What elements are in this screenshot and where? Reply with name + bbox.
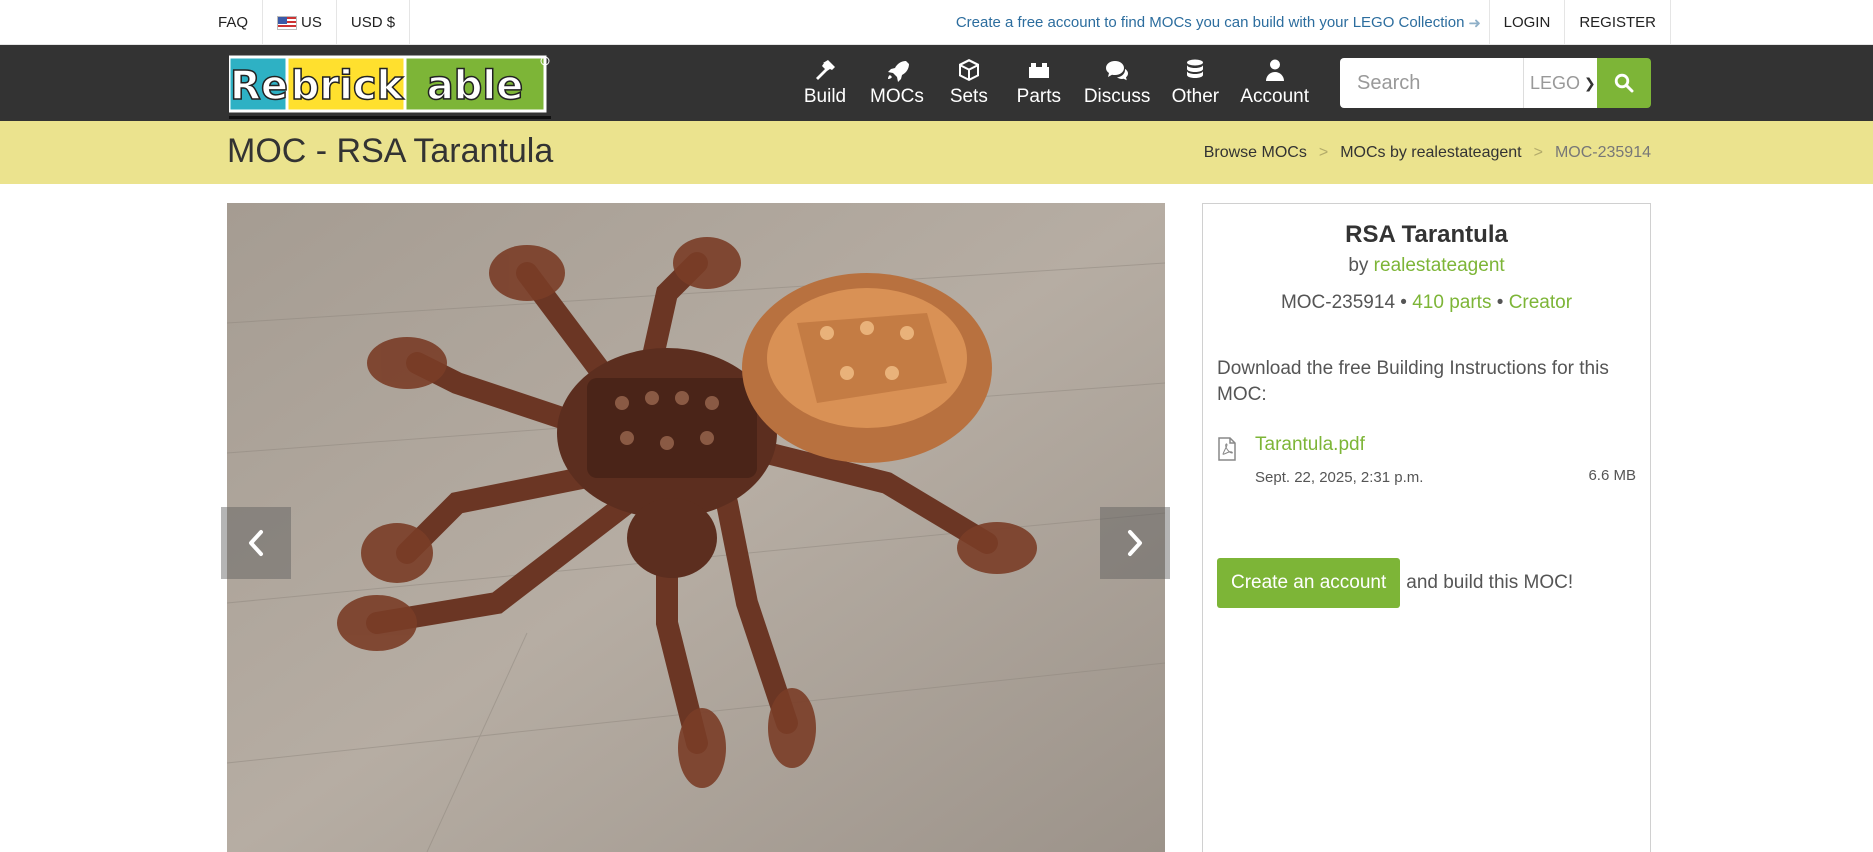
creator-link[interactable]: Creator xyxy=(1509,292,1572,313)
download-instructions-text: Download the free Building Instructions … xyxy=(1217,358,1609,405)
search-bar: LEGO ❯ xyxy=(1340,58,1651,108)
carousel-next-button[interactable] xyxy=(1100,507,1170,579)
search-scope-select[interactable]: LEGO ❯ xyxy=(1523,58,1597,108)
nav-mocs[interactable]: MOCs xyxy=(860,45,934,121)
moc-author-line: by realestateagent xyxy=(1203,255,1650,277)
moc-meta-line: MOC-235914 • 410 parts • Creator xyxy=(1203,292,1650,314)
carousel-prev-button[interactable] xyxy=(221,507,291,579)
file-size: 6.6 MB xyxy=(1588,467,1636,484)
instruction-file: Tarantula.pdf Sept. 22, 2025, 2:31 p.m. … xyxy=(1217,434,1636,494)
login-link[interactable]: LOGIN xyxy=(1490,0,1566,45)
by-label: by xyxy=(1348,255,1369,276)
breadcrumb-separator: > xyxy=(1318,143,1329,161)
file-download-link[interactable]: Tarantula.pdf xyxy=(1255,434,1365,456)
main-content: RSA Tarantula by realestateagent MOC-235… xyxy=(0,184,1873,852)
nav-build[interactable]: Build xyxy=(790,45,860,121)
promo-text: Create a free account to find MOCs you c… xyxy=(955,14,1465,31)
database-icon xyxy=(1187,59,1204,78)
login-label: LOGIN xyxy=(1503,14,1551,31)
moc-id: MOC-235914 xyxy=(1280,292,1396,313)
search-scope-value: LEGO xyxy=(1530,72,1581,93)
pdf-file-icon xyxy=(1218,437,1236,461)
meta-separator: • xyxy=(1496,292,1504,313)
hammer-icon xyxy=(816,60,835,80)
page-title: MOC - RSA Tarantula xyxy=(227,132,554,170)
tarantula-photo-illustration xyxy=(227,203,1165,852)
logo-part-able: able xyxy=(427,63,523,109)
search-button[interactable] xyxy=(1597,58,1651,108)
file-date: Sept. 22, 2025, 2:31 p.m. xyxy=(1255,469,1424,486)
country-selector[interactable]: US xyxy=(263,0,337,45)
register-link[interactable]: REGISTER xyxy=(1565,0,1671,45)
nav-parts-label: Parts xyxy=(1016,86,1061,107)
arrow-right-icon: ➜ xyxy=(1468,14,1481,32)
moc-info-panel: RSA Tarantula by realestateagent MOC-235… xyxy=(1202,203,1651,852)
moc-name: RSA Tarantula xyxy=(1345,221,1508,248)
chevron-down-icon: ❯ xyxy=(1584,74,1596,91)
nav-account[interactable]: Account xyxy=(1230,45,1319,121)
meta-separator: • xyxy=(1400,292,1407,313)
logo-part-re: Re xyxy=(230,63,288,109)
breadcrumb: Browse MOCs > MOCs by realestateagent > … xyxy=(1204,121,1651,184)
title-band: MOC - RSA Tarantula Browse MOCs > MOCs b… xyxy=(0,121,1873,184)
nav-other-label: Other xyxy=(1171,86,1220,107)
parts-link[interactable]: 410 parts xyxy=(1412,292,1491,313)
top-utility-bar: FAQ US USD $ Create a free account to fi… xyxy=(0,0,1873,45)
currency-label: USD $ xyxy=(350,14,396,31)
logo-underline xyxy=(229,116,551,119)
chevron-right-icon xyxy=(1128,530,1142,556)
nav-menu: Build MOCs Sets Parts Discuss Other Acco… xyxy=(790,45,1319,121)
search-icon xyxy=(1614,73,1634,93)
faq-link[interactable]: FAQ xyxy=(204,0,264,45)
country-label: US xyxy=(301,14,322,31)
create-account-button[interactable]: Create an account xyxy=(1217,558,1401,608)
search-input[interactable] xyxy=(1340,58,1523,108)
cube-icon xyxy=(958,59,979,81)
chat-icon xyxy=(1106,61,1129,81)
faq-label: FAQ xyxy=(218,14,249,31)
user-icon xyxy=(1265,59,1284,81)
nav-discuss[interactable]: Discuss xyxy=(1074,45,1161,121)
logo-part-brick: brick xyxy=(291,63,405,109)
moc-photo xyxy=(227,203,1165,852)
breadcrumb-current: MOC-235914 xyxy=(1554,143,1651,161)
breadcrumb-mocs-by-author[interactable]: MOCs by realestateagent xyxy=(1340,144,1521,162)
brick-icon xyxy=(1028,63,1049,78)
rebrickable-logo[interactable]: Re brick able xyxy=(227,53,551,119)
breadcrumb-separator: > xyxy=(1533,143,1543,161)
currency-selector[interactable]: USD $ xyxy=(337,0,411,45)
author-link[interactable]: realestateagent xyxy=(1374,255,1505,276)
logo-graphic: Re brick able xyxy=(227,55,550,113)
nav-mocs-label: MOCs xyxy=(870,86,924,107)
nav-other[interactable]: Other xyxy=(1160,45,1230,121)
chevron-left-icon xyxy=(249,530,263,556)
top-left-links: FAQ US USD $ xyxy=(204,0,411,45)
us-flag-icon xyxy=(277,15,298,30)
register-label: REGISTER xyxy=(1579,14,1656,31)
main-navbar: Re brick able Build MOCs Sets Parts Disc… xyxy=(0,45,1873,121)
nav-sets-label: Sets xyxy=(949,86,988,107)
cta-text: and build this MOC! xyxy=(1406,572,1574,593)
nav-account-label: Account xyxy=(1240,86,1309,107)
breadcrumb-browse-mocs[interactable]: Browse MOCs xyxy=(1204,144,1307,162)
nav-sets[interactable]: Sets xyxy=(934,45,1004,121)
nav-discuss-label: Discuss xyxy=(1083,86,1151,107)
nav-build-label: Build xyxy=(803,86,847,107)
rocket-icon xyxy=(887,61,909,82)
auth-links: LOGIN REGISTER xyxy=(1488,0,1671,45)
create-account-promo-link[interactable]: Create a free account to find MOCs you c… xyxy=(956,0,1481,45)
nav-parts[interactable]: Parts xyxy=(1004,45,1074,121)
create-account-cta: Create an account and build this MOC! xyxy=(1217,558,1636,608)
